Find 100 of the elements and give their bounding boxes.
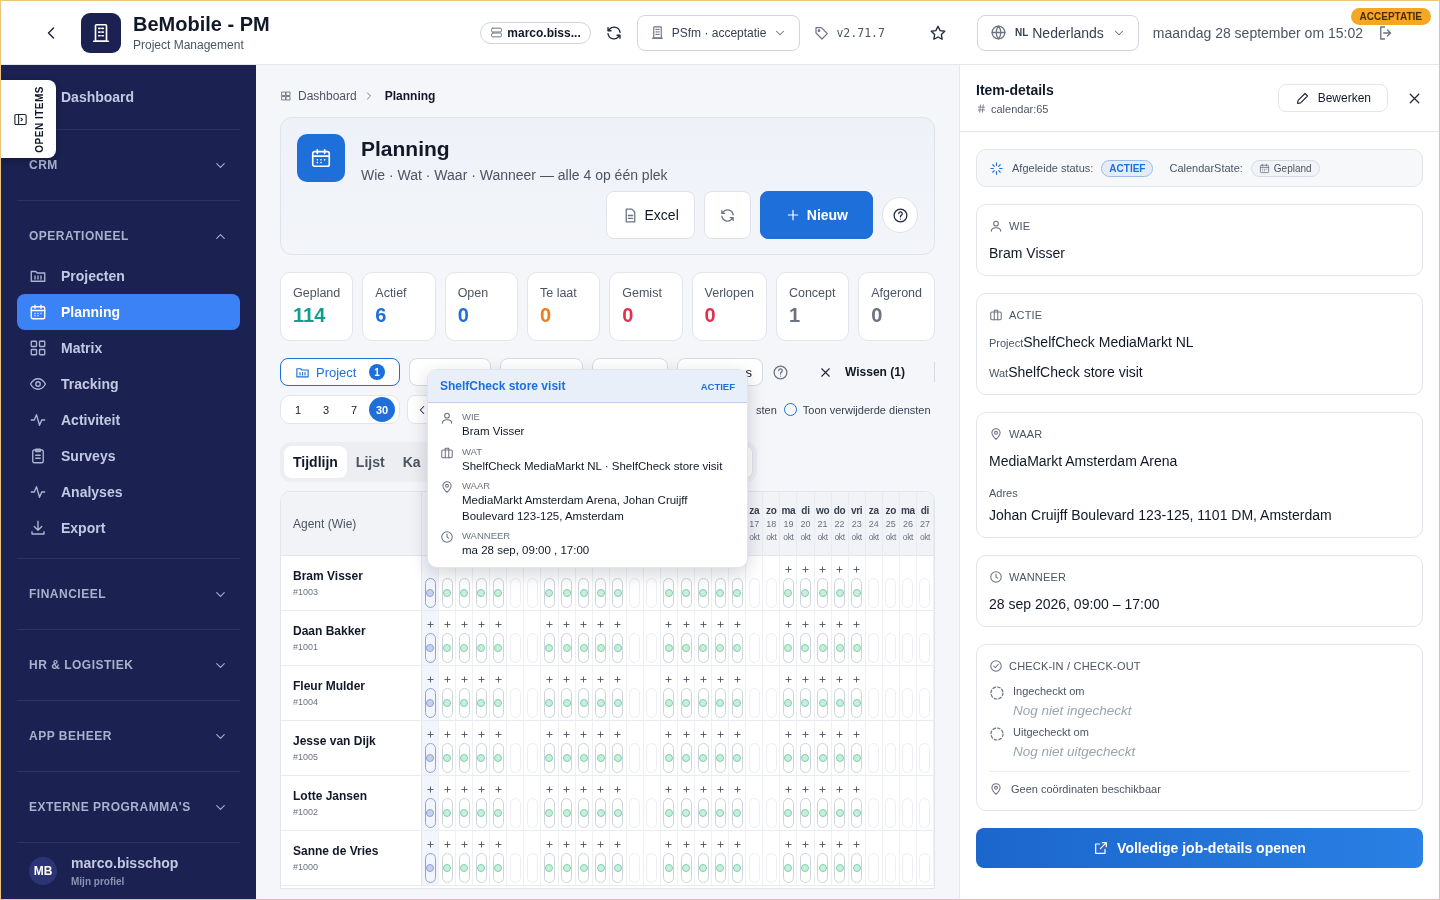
add-icon[interactable] [459,620,469,629]
add-icon[interactable] [613,675,623,684]
add-icon[interactable] [596,785,606,794]
add-icon[interactable] [596,730,606,739]
add-icon[interactable] [664,620,674,629]
language-select[interactable]: NL Nederlands [976,14,1139,51]
add-icon[interactable] [613,785,623,794]
add-icon[interactable] [681,675,691,684]
nav-item[interactable]: Export [17,510,240,546]
add-icon[interactable] [698,675,708,684]
star-icon[interactable] [928,23,947,42]
add-icon[interactable] [425,840,435,849]
add-icon[interactable] [681,620,691,629]
add-icon[interactable] [459,785,469,794]
clear-filters-button[interactable]: Wissen (1) [812,363,911,381]
add-icon[interactable] [613,730,623,739]
profile-link[interactable]: Mijn profiel [71,876,179,887]
environment-select[interactable]: PSfm · acceptatie [636,14,801,51]
add-icon[interactable] [835,620,845,629]
add-icon[interactable] [476,620,486,629]
add-icon[interactable] [664,840,674,849]
add-icon[interactable] [818,730,828,739]
project-filter[interactable]: Project 1 [280,358,400,386]
nav-section-header[interactable]: APP BEHEER [17,723,240,749]
add-icon[interactable] [852,730,862,739]
add-icon[interactable] [818,785,828,794]
nav-section-header[interactable]: HR & LOGISTIEK [17,652,240,678]
add-icon[interactable] [681,840,691,849]
nav-item[interactable]: Surveys [17,438,240,474]
add-icon[interactable] [664,730,674,739]
add-icon[interactable] [545,785,554,794]
edit-button[interactable]: Bewerken [1277,84,1388,112]
period-option[interactable]: 1 [285,397,311,422]
nav-item[interactable]: Planning [17,294,240,330]
add-icon[interactable] [835,730,845,739]
add-icon[interactable] [698,785,708,794]
add-icon[interactable] [783,565,793,574]
nav-section-header[interactable]: FINANCIEEL [17,581,240,607]
nav-item[interactable]: Tracking [17,366,240,402]
nav-item[interactable]: Analyses [17,474,240,510]
view-tab[interactable]: Ka [393,446,430,478]
excel-button[interactable]: Excel [605,191,695,239]
add-icon[interactable] [852,675,862,684]
new-button[interactable]: Nieuw [759,191,873,239]
add-icon[interactable] [783,730,793,739]
add-icon[interactable] [801,675,810,684]
nav-section-header[interactable]: EXTERNE PROGRAMMA'S [17,794,240,820]
add-icon[interactable] [732,675,742,684]
open-items-tab[interactable]: OPEN ITEMS [1,80,56,158]
add-icon[interactable] [818,675,828,684]
refresh-icon[interactable] [604,23,623,42]
add-icon[interactable] [664,785,674,794]
add-icon[interactable] [852,620,862,629]
add-icon[interactable] [715,620,725,629]
add-icon[interactable] [715,675,725,684]
add-icon[interactable] [579,675,589,684]
add-icon[interactable] [493,840,503,849]
add-icon[interactable] [562,675,572,684]
add-icon[interactable] [732,840,742,849]
add-icon[interactable] [681,785,691,794]
add-icon[interactable] [579,730,589,739]
help-icon[interactable] [772,363,789,381]
add-icon[interactable] [493,675,503,684]
add-icon[interactable] [835,840,845,849]
user-avatar[interactable]: MB [29,857,57,885]
add-icon[interactable] [545,840,554,849]
add-icon[interactable] [835,565,845,574]
add-icon[interactable] [698,730,708,739]
add-icon[interactable] [818,840,828,849]
add-icon[interactable] [801,565,810,574]
add-icon[interactable] [425,620,435,629]
add-icon[interactable] [579,840,589,849]
add-icon[interactable] [596,620,606,629]
nav-item[interactable]: Matrix [17,330,240,366]
add-icon[interactable] [459,675,469,684]
add-icon[interactable] [715,840,725,849]
add-icon[interactable] [442,620,452,629]
add-icon[interactable] [801,840,810,849]
add-icon[interactable] [613,620,623,629]
help-button[interactable] [882,197,918,233]
add-icon[interactable] [801,785,810,794]
add-icon[interactable] [425,730,435,739]
breadcrumb-link[interactable]: Dashboard [298,89,357,103]
add-icon[interactable] [562,730,572,739]
add-icon[interactable] [783,840,793,849]
add-icon[interactable] [801,620,810,629]
add-icon[interactable] [715,785,725,794]
nav-item[interactable]: Dashboard [61,79,135,115]
open-details-button[interactable]: Volledige job-details openen [976,828,1423,868]
nav-section-header[interactable]: OPERATIONEEL [17,223,240,249]
add-icon[interactable] [613,840,623,849]
add-icon[interactable] [579,785,589,794]
period-option[interactable]: 7 [341,397,367,422]
nav-item[interactable]: Activiteit [17,402,240,438]
add-icon[interactable] [476,840,486,849]
add-icon[interactable] [442,785,452,794]
add-icon[interactable] [783,785,793,794]
add-icon[interactable] [852,785,862,794]
add-icon[interactable] [493,785,503,794]
add-icon[interactable] [476,675,486,684]
